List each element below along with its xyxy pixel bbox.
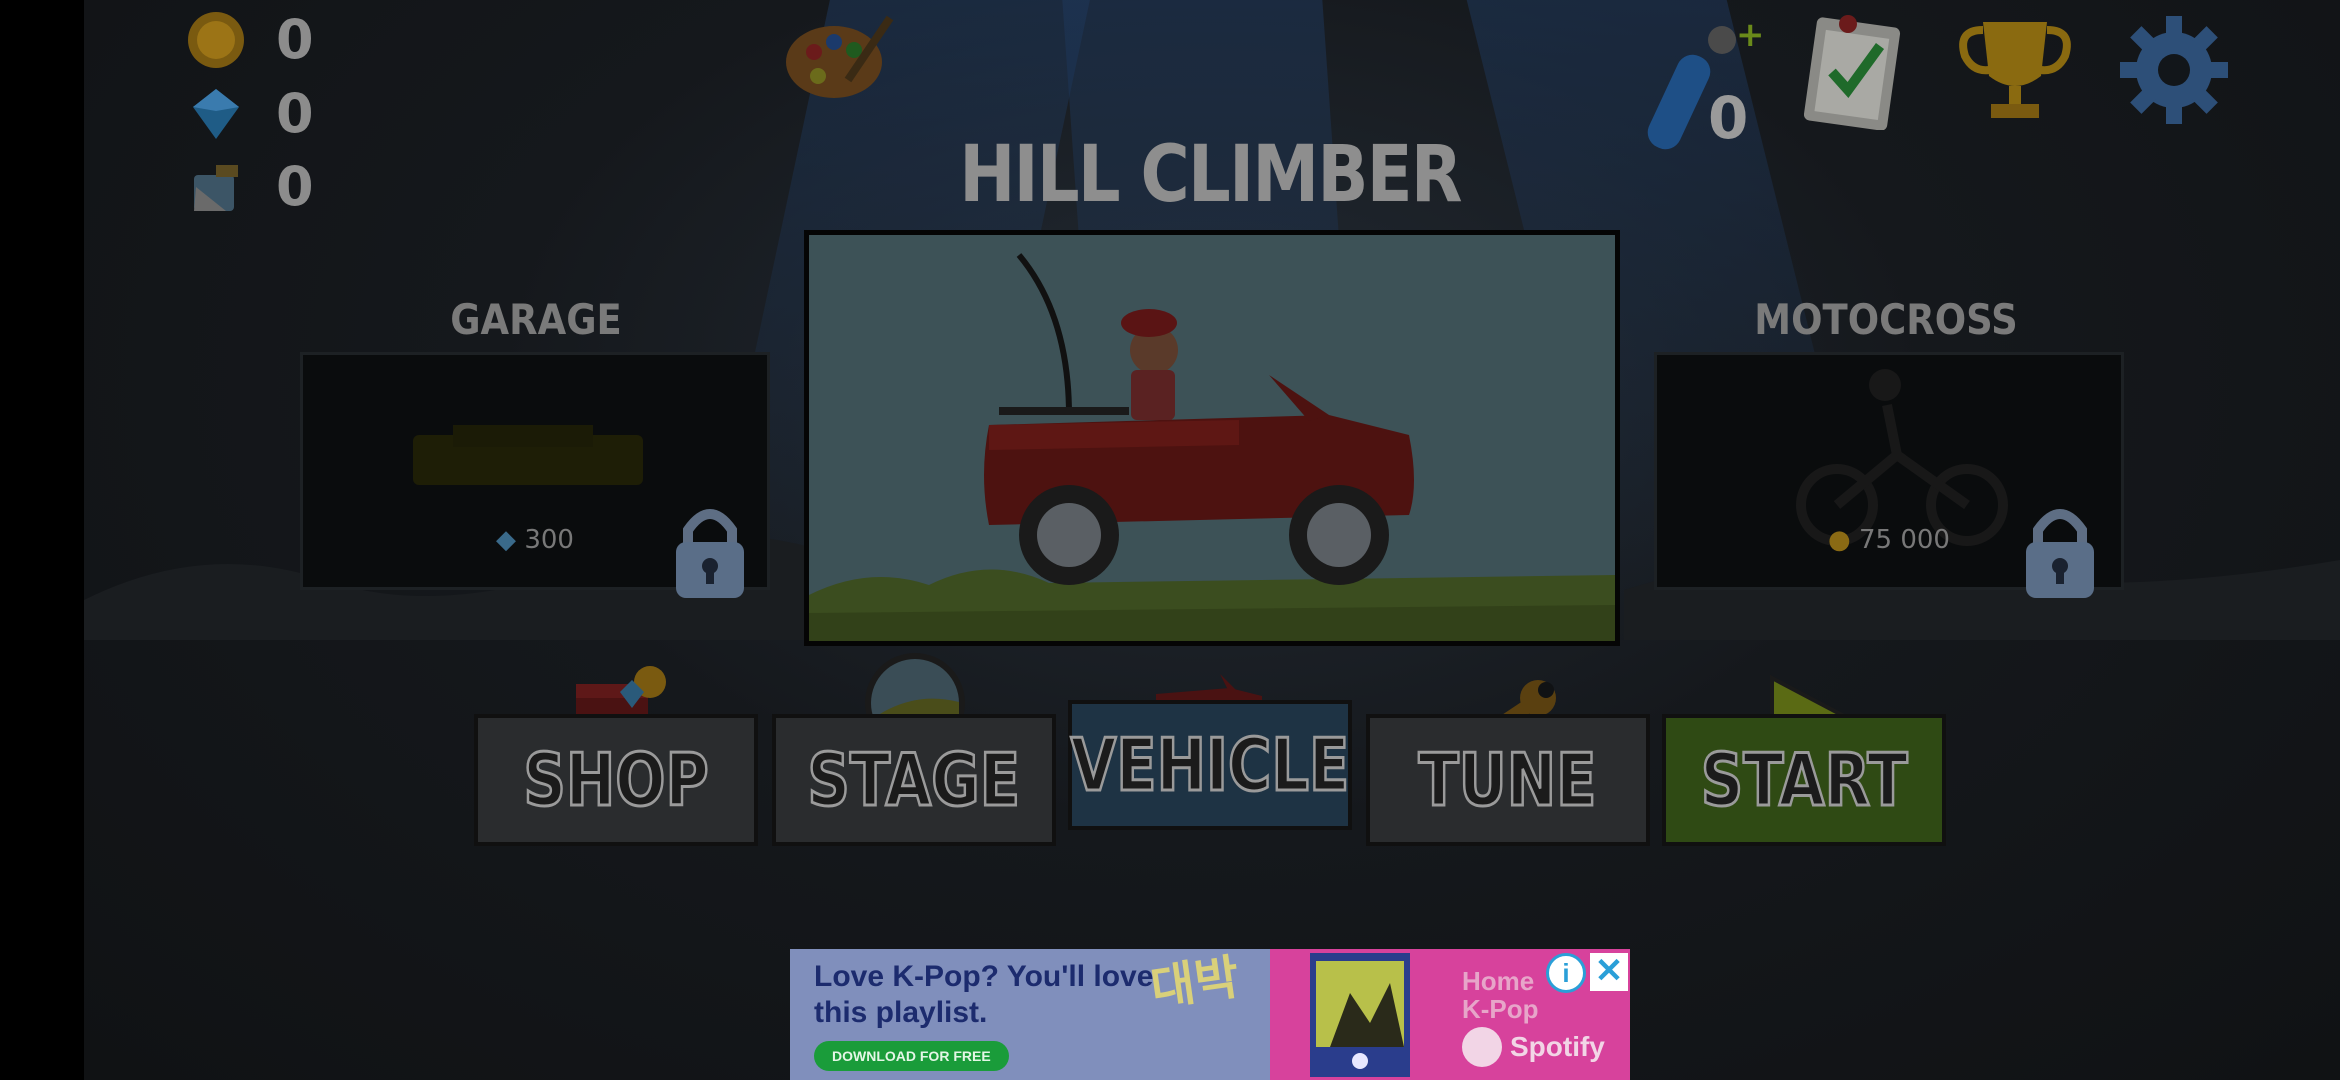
gem-icon: ◆ <box>496 525 517 555</box>
fuel-counter: 0 <box>186 155 314 218</box>
trophy-icon[interactable] <box>1955 16 2075 129</box>
tune-button-label: TUNE <box>1418 737 1598 824</box>
ad-banner[interactable]: 대박 Love K-Pop? You'll love this playlist… <box>790 949 1630 1080</box>
selected-vehicle-title: HILL CLIMBER <box>959 130 1462 220</box>
ad-headline: Love K-Pop? You'll love this playlist. <box>814 960 1154 1029</box>
spotify-logo-icon <box>1462 1027 1502 1067</box>
left-vehicle-name: GARAGE <box>450 295 622 344</box>
tune-button[interactable]: TUNE <box>1366 714 1650 846</box>
coin-icon <box>186 10 246 70</box>
ad-close-icon[interactable]: ✕ <box>1590 953 1628 991</box>
fuel-boost-count: 0 <box>1708 84 1749 152</box>
fuel-count: 0 <box>276 155 314 218</box>
lock-icon <box>670 504 750 607</box>
missions-clipboard-icon[interactable] <box>1803 12 1904 135</box>
ad-download-button[interactable]: DOWNLOAD FOR FREE <box>814 1041 1009 1071</box>
hill-climber-car <box>809 235 1615 641</box>
selected-vehicle-preview[interactable] <box>804 230 1620 646</box>
ad-playlist-name: Home K-Pop <box>1462 966 1539 1024</box>
fuel-can-icon <box>186 157 246 217</box>
gem-count: 0 <box>276 82 314 145</box>
vehicle-button-label: VEHICLE <box>1069 722 1350 809</box>
garage-price-value: 300 <box>524 525 574 555</box>
coin-icon: ● <box>1828 525 1851 555</box>
shop-button[interactable]: SHOP <box>474 714 758 846</box>
svg-text:+: + <box>1736 15 1762 55</box>
gem-icon <box>186 84 246 144</box>
settings-gear-icon[interactable] <box>2118 14 2230 131</box>
coin-counter: 0 <box>186 8 314 71</box>
start-button-label: START <box>1699 737 1908 824</box>
vehicle-button[interactable]: VEHICLE <box>1068 700 1352 830</box>
stage-button[interactable]: STAGE <box>772 714 1056 846</box>
paint-palette-icon[interactable] <box>778 10 898 111</box>
motocross-price-value: 75 000 <box>1858 525 1950 555</box>
ad-info-icon[interactable]: i <box>1546 953 1586 993</box>
start-button[interactable]: START <box>1662 714 1946 846</box>
lock-icon <box>2020 504 2100 607</box>
ad-spotify-brand: Spotify <box>1462 1027 1605 1067</box>
coin-count: 0 <box>276 8 314 71</box>
gem-counter: 0 <box>186 82 314 145</box>
shop-button-label: SHOP <box>522 737 710 824</box>
ad-album-art <box>1310 953 1410 1077</box>
ad-brand-name: Spotify <box>1510 1031 1605 1062</box>
stage-button-label: STAGE <box>806 737 1021 824</box>
